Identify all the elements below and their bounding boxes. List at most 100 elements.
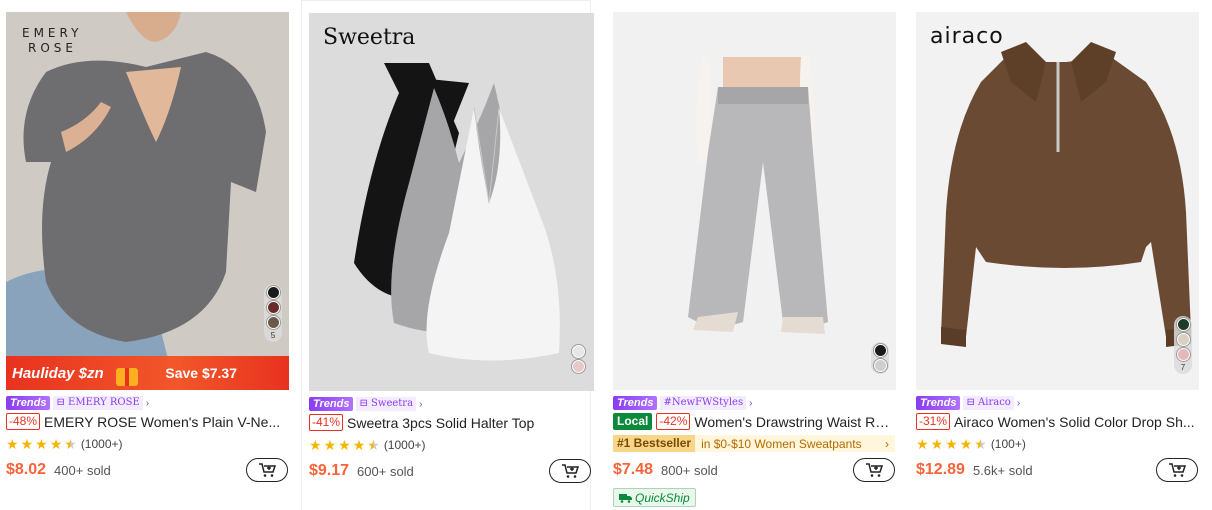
add-to-cart-button[interactable] bbox=[549, 459, 591, 483]
brand-logo: Sweetra bbox=[323, 25, 416, 50]
product-photo bbox=[6, 12, 289, 390]
brand-logo: EMERY ROSE bbox=[22, 26, 83, 55]
quickship-badge: QuickShip bbox=[613, 488, 696, 507]
rating-count: (1000+) bbox=[80, 437, 123, 451]
color-swatches[interactable] bbox=[871, 342, 889, 374]
discount-badge: -31% bbox=[916, 413, 951, 430]
add-to-cart-button[interactable] bbox=[246, 458, 288, 482]
price-row: $12.89 5.6k+ sold bbox=[916, 458, 1198, 482]
star-icon: ★ bbox=[352, 437, 366, 453]
rating-count: (100+) bbox=[990, 437, 1026, 451]
chevron-right-icon: › bbox=[145, 397, 150, 409]
product-card[interactable]: airaco 7 Trends ⊟ Airaco › -31% Airaco W… bbox=[912, 0, 1202, 510]
star-icon: ★ bbox=[338, 437, 351, 453]
discount-badge: -41% bbox=[309, 414, 344, 431]
hashtag-tag[interactable]: #NewFWStyles bbox=[660, 396, 747, 410]
quickship-label: QuickShip bbox=[635, 490, 690, 505]
color-swatch[interactable] bbox=[266, 316, 280, 329]
add-to-cart-icon bbox=[1169, 463, 1186, 477]
product-card[interactable]: EMERY ROSE 5 Hauliday $zn Save $7.37 Tre… bbox=[2, 0, 292, 510]
store-icon: ⊟ bbox=[359, 398, 372, 409]
price: $12.89 bbox=[916, 461, 965, 478]
tag-row[interactable]: Trends ⊟ Airaco › bbox=[916, 396, 1020, 410]
tag-row[interactable]: Trends ⊟ EMERY ROSE › bbox=[6, 396, 149, 410]
trends-badge[interactable]: Trends bbox=[613, 396, 658, 410]
brand-tag[interactable]: ⊟ Sweetra bbox=[356, 397, 417, 411]
trends-badge[interactable]: Trends bbox=[916, 396, 961, 410]
swatch-count: 5 bbox=[270, 331, 276, 340]
product-photo bbox=[613, 12, 896, 390]
star-icon: ★ bbox=[309, 437, 322, 453]
product-image[interactable]: airaco 7 bbox=[916, 12, 1199, 390]
half-star-icon: ★ bbox=[367, 437, 380, 453]
product-title[interactable]: Sweetra 3pcs Solid Halter Top bbox=[347, 415, 534, 431]
color-swatch[interactable] bbox=[873, 344, 887, 357]
sold-count: 800+ sold bbox=[661, 462, 718, 478]
store-icon: ⊟ bbox=[966, 397, 979, 408]
color-swatch[interactable] bbox=[571, 360, 585, 373]
product-photo bbox=[916, 12, 1199, 390]
bestseller-banner[interactable]: #1 Bestseller in $0-$10 Women Sweatpants… bbox=[613, 435, 895, 452]
chevron-right-icon: › bbox=[885, 436, 889, 451]
product-image[interactable]: EMERY ROSE 5 Hauliday $zn Save $7.37 bbox=[6, 12, 289, 390]
trends-badge[interactable]: Trends bbox=[309, 397, 354, 411]
sold-count: 600+ sold bbox=[357, 463, 414, 479]
discount-badge: -48% bbox=[6, 413, 41, 430]
gift-icon bbox=[116, 368, 138, 386]
product-card[interactable]: Trends #NewFWStyles › Local -42% Women's… bbox=[609, 0, 899, 510]
color-swatch[interactable] bbox=[1176, 333, 1190, 346]
bestseller-category: in $0-$10 Women Sweatpants bbox=[701, 436, 862, 451]
chevron-right-icon: › bbox=[419, 398, 423, 410]
add-to-cart-button[interactable] bbox=[1156, 458, 1198, 482]
color-swatch[interactable] bbox=[1176, 318, 1190, 331]
product-title[interactable]: EMERY ROSE Women's Plain V-Ne... bbox=[44, 414, 280, 430]
trends-badge[interactable]: Trends bbox=[6, 396, 51, 410]
product-card[interactable]: Sweetra Trends ⊟ Sweetra › -41% Sweetra … bbox=[301, 0, 594, 510]
tag-row[interactable]: Trends #NewFWStyles › bbox=[613, 396, 752, 410]
tag-row[interactable]: Trends ⊟ Sweetra › bbox=[309, 397, 422, 411]
star-icon: ★ bbox=[916, 436, 929, 452]
product-image[interactable]: Sweetra bbox=[309, 13, 594, 391]
store-icon: ⊟ bbox=[56, 397, 69, 408]
rating: ★ ★ ★ ★ ★ (1000+) bbox=[309, 438, 426, 452]
title-row[interactable]: -41% Sweetra 3pcs Solid Halter Top bbox=[309, 414, 591, 431]
swatch-count: 7 bbox=[1180, 363, 1186, 372]
color-swatches[interactable] bbox=[569, 343, 587, 375]
sold-count: 400+ sold bbox=[54, 462, 111, 478]
price-row: $9.17 600+ sold bbox=[309, 459, 591, 483]
color-swatches[interactable]: 7 bbox=[1174, 316, 1192, 374]
color-swatch[interactable] bbox=[873, 359, 887, 372]
star-icon: ★ bbox=[945, 436, 958, 452]
product-title[interactable]: Airaco Women's Solid Color Drop Sh... bbox=[954, 414, 1195, 430]
price-row: $7.48 800+ sold bbox=[613, 458, 895, 482]
color-swatch[interactable] bbox=[1176, 348, 1190, 361]
add-to-cart-icon bbox=[259, 463, 276, 477]
promo-banner[interactable]: Hauliday $zn Save $7.37 bbox=[6, 356, 289, 390]
title-row[interactable]: -48% EMERY ROSE Women's Plain V-Ne... bbox=[6, 413, 288, 430]
truck-icon bbox=[619, 493, 632, 503]
rating: ★ ★ ★ ★ ★ (1000+) bbox=[6, 437, 123, 451]
add-to-cart-button[interactable] bbox=[853, 458, 895, 482]
star-icon: ★ bbox=[6, 436, 19, 452]
sold-count: 5.6k+ sold bbox=[972, 462, 1033, 478]
title-row[interactable]: Local -42% Women's Drawstring Waist Rel.… bbox=[613, 413, 895, 430]
price: $9.17 bbox=[309, 462, 350, 479]
add-to-cart-icon bbox=[866, 463, 883, 477]
product-title[interactable]: Women's Drawstring Waist Rel... bbox=[694, 414, 895, 430]
color-swatch[interactable] bbox=[266, 286, 280, 299]
brand-tag[interactable]: ⊟ EMERY ROSE bbox=[53, 396, 143, 410]
brand-tag[interactable]: ⊟ Airaco bbox=[963, 396, 1014, 410]
product-image[interactable] bbox=[613, 12, 896, 390]
price-row: $8.02 400+ sold bbox=[6, 458, 288, 482]
promo-title: Hauliday $zn bbox=[12, 364, 104, 382]
half-star-icon: ★ bbox=[64, 436, 77, 452]
color-swatch[interactable] bbox=[266, 301, 280, 314]
promo-save: Save $7.37 bbox=[165, 365, 237, 381]
title-row[interactable]: -31% Airaco Women's Solid Color Drop Sh.… bbox=[916, 413, 1198, 430]
star-icon: ★ bbox=[959, 436, 973, 452]
color-swatch[interactable] bbox=[571, 345, 585, 358]
price: $8.02 bbox=[6, 461, 47, 478]
chevron-right-icon: › bbox=[1016, 397, 1021, 409]
star-icon: ★ bbox=[930, 436, 944, 452]
color-swatches[interactable]: 5 bbox=[264, 284, 282, 342]
